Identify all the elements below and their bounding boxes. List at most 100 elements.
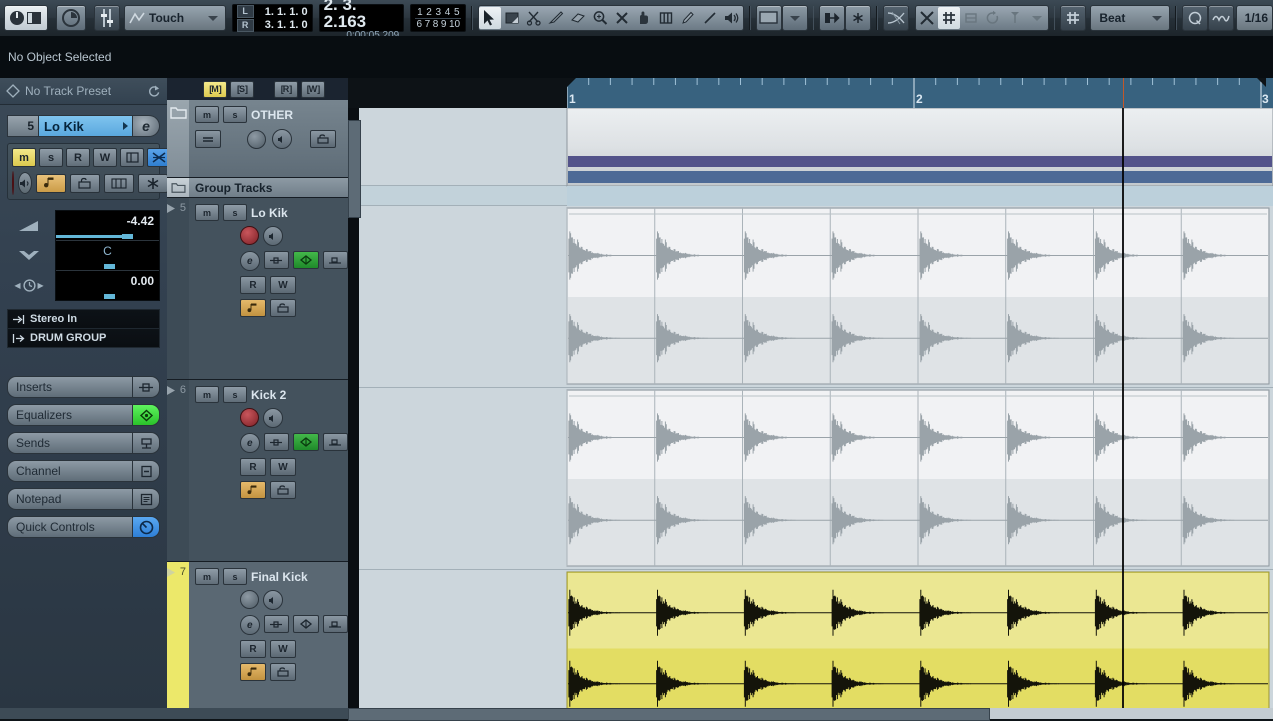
channel-button[interactable] xyxy=(322,615,348,633)
split-scissors-tool[interactable] xyxy=(523,7,545,29)
color-dropdown-button[interactable] xyxy=(781,5,808,31)
cycle-button[interactable] xyxy=(982,7,1004,29)
constrain-delay-button[interactable] xyxy=(56,5,86,31)
pad-5[interactable]: 5 xyxy=(454,7,460,18)
mute-button[interactable]: m xyxy=(195,204,219,221)
solo-button[interactable]: s xyxy=(223,386,247,403)
edit-button[interactable]: e xyxy=(240,433,260,453)
output-routing-row[interactable]: DRUM GROUP xyxy=(7,329,160,348)
pan-slider[interactable] xyxy=(56,263,159,271)
track-preset-row[interactable]: No Track Preset xyxy=(0,78,167,105)
lock-button[interactable] xyxy=(270,663,296,681)
edit-button[interactable]: e xyxy=(240,251,260,271)
erase-tool[interactable] xyxy=(567,7,589,29)
grid-type-icon-button[interactable] xyxy=(1060,5,1087,31)
track-pad-row-top[interactable]: 1 2 3 4 5 xyxy=(415,7,462,19)
object-selection-tool[interactable] xyxy=(478,7,501,29)
quantize-curve-button[interactable] xyxy=(1207,5,1234,31)
global-write-button[interactable]: [W] xyxy=(301,80,325,98)
musical-mode-button[interactable] xyxy=(240,299,266,317)
input-routing-row[interactable]: Stereo In xyxy=(7,309,160,329)
quantize-end-button[interactable] xyxy=(1004,7,1026,29)
quick-controls-icon[interactable] xyxy=(133,516,160,538)
draw-tool[interactable] xyxy=(677,7,699,29)
global-solo-button[interactable]: [S] xyxy=(230,80,254,98)
musical-mode-button[interactable] xyxy=(36,173,66,193)
pad-8[interactable]: 8 xyxy=(433,19,439,30)
pad-7[interactable]: 7 xyxy=(425,19,431,30)
inserts-button[interactable] xyxy=(263,251,290,269)
quantize-q-button[interactable] xyxy=(1181,5,1208,31)
snap-dropdown-button[interactable] xyxy=(1026,7,1048,29)
solo-button[interactable]: s xyxy=(39,148,63,167)
inspector-section-equalizers[interactable]: Equalizers xyxy=(7,404,160,426)
vertical-scrollbar[interactable] xyxy=(348,108,361,708)
lane-button[interactable] xyxy=(104,173,134,193)
track-row-final-kick[interactable]: 7 m s Final Kick e R W xyxy=(167,562,348,719)
pad-9[interactable]: 9 xyxy=(441,19,447,30)
read-automation-button[interactable]: R xyxy=(240,458,266,476)
right-locator-handle[interactable] xyxy=(1257,78,1266,87)
musical-mode-button[interactable] xyxy=(240,663,266,681)
edit-button[interactable]: e xyxy=(240,615,260,635)
time-warp-tool[interactable] xyxy=(655,7,677,29)
pan-row[interactable]: C xyxy=(56,241,159,263)
play-tool[interactable] xyxy=(721,7,743,29)
monitor-button[interactable] xyxy=(263,408,283,428)
monitor-button[interactable] xyxy=(263,226,283,246)
channel-button[interactable] xyxy=(322,433,348,451)
inspector-edit-button[interactable]: e xyxy=(133,115,160,137)
record-enable-button[interactable] xyxy=(247,129,266,149)
musical-mode-button[interactable] xyxy=(240,481,266,499)
mute-tool[interactable] xyxy=(611,7,633,29)
inspector-section-quick-controls[interactable]: Quick Controls xyxy=(7,516,160,538)
solo-button[interactable]: s xyxy=(223,204,247,221)
pad-10[interactable]: 10 xyxy=(449,19,460,30)
quantize-value-selector[interactable]: 1/16 xyxy=(1235,5,1273,31)
mute-button[interactable]: m xyxy=(195,386,219,403)
monitor-button[interactable] xyxy=(272,129,292,149)
sends-icon[interactable] xyxy=(133,432,160,454)
volume-row[interactable]: -4.42 xyxy=(56,211,159,233)
pad-1[interactable]: 1 xyxy=(417,7,423,18)
horizontal-scrollbar[interactable] xyxy=(348,708,1273,721)
inspector-section-sends[interactable]: Sends xyxy=(7,432,160,454)
global-read-button[interactable]: [R] xyxy=(274,80,298,98)
inserts-icon[interactable] xyxy=(133,376,160,398)
solo-button[interactable]: s xyxy=(223,106,247,123)
track-row-other[interactable]: m s OTHER xyxy=(167,100,348,178)
timeline-ruler[interactable]: 1 2 3 xyxy=(348,78,1273,108)
read-automation-button[interactable]: R xyxy=(240,640,266,658)
track-row-lo-kik[interactable]: 5 m s Lo Kik e R W xyxy=(167,198,348,380)
delay-row[interactable]: 0.00 xyxy=(56,271,159,293)
inspector-section-channel[interactable]: Channel xyxy=(7,460,160,482)
channel-button[interactable] xyxy=(322,251,348,269)
solo-button[interactable]: s xyxy=(223,568,247,585)
read-automation-button[interactable]: R xyxy=(240,276,266,294)
left-locator-handle[interactable] xyxy=(567,78,576,87)
folder-open-button[interactable] xyxy=(195,130,221,148)
glue-tool[interactable] xyxy=(545,7,567,29)
vertical-scrollbar-thumb[interactable] xyxy=(348,120,361,218)
inspector-section-inserts[interactable]: Inserts xyxy=(7,376,160,398)
drag-hand-tool[interactable] xyxy=(633,7,655,29)
expand-arrow-icon[interactable] xyxy=(167,203,178,214)
mute-button[interactable]: m xyxy=(195,106,219,123)
grid-type-selector[interactable]: Beat xyxy=(1090,5,1171,31)
pad-2[interactable]: 2 xyxy=(426,7,432,18)
record-enable-button[interactable] xyxy=(12,171,14,195)
zoom-tool[interactable] xyxy=(589,7,611,29)
expand-arrow-icon[interactable] xyxy=(167,567,178,578)
pad-6[interactable]: 6 xyxy=(417,19,423,30)
record-enable-button[interactable] xyxy=(240,590,259,609)
inspector-track-name[interactable]: Lo Kik xyxy=(38,115,133,137)
monitor-button[interactable] xyxy=(263,590,283,610)
range-selection-tool[interactable] xyxy=(501,7,523,29)
auto-scroll-button[interactable] xyxy=(845,5,872,31)
track-row-group-tracks[interactable]: Group Tracks xyxy=(167,178,348,198)
channel-settings-button[interactable] xyxy=(120,148,144,167)
record-enable-button[interactable] xyxy=(240,408,259,427)
quantize-lock-button[interactable] xyxy=(960,7,982,29)
crossfade-button[interactable] xyxy=(882,5,909,31)
write-automation-button[interactable]: W xyxy=(270,458,296,476)
